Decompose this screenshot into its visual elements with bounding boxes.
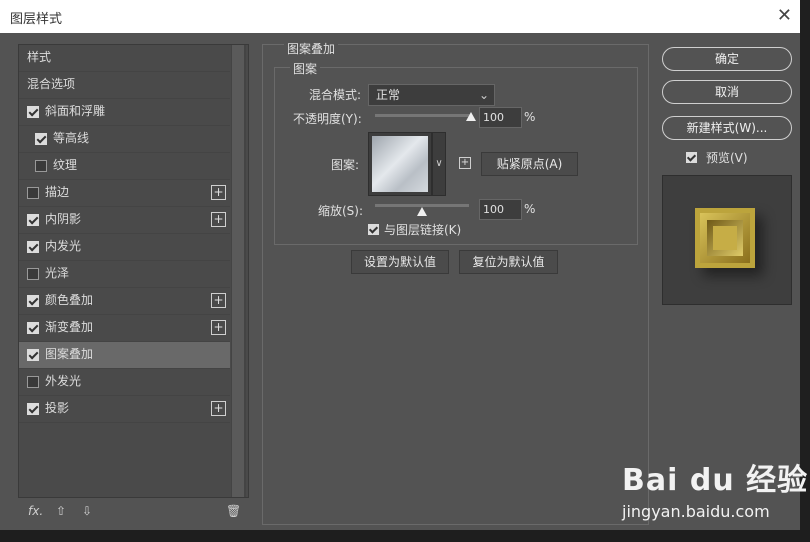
ok-button[interactable]: 确定 [662, 47, 792, 71]
effect-label: 描边 [45, 185, 70, 199]
watermark-url: jingyan.baidu.com [622, 502, 770, 521]
effect-row[interactable]: 图案叠加 [19, 342, 230, 369]
preview-thumbnail [695, 208, 755, 268]
effect-label: 渐变叠加 [45, 320, 94, 334]
scale-slider-knob[interactable] [417, 207, 427, 216]
pattern-swatch[interactable] [372, 136, 428, 192]
effect-checkbox[interactable] [27, 322, 39, 334]
add-effect-icon[interactable]: + [211, 212, 226, 227]
move-up-icon[interactable]: ⇧ [56, 504, 66, 518]
blend-mode-select[interactable]: 正常 ⌄ [368, 84, 495, 106]
effect-row[interactable]: 内阴影 + [19, 207, 230, 234]
effect-row[interactable]: 光泽 [19, 261, 230, 288]
effect-checkbox[interactable] [27, 187, 39, 199]
effects-scrollbar[interactable] [231, 45, 246, 497]
effect-row[interactable]: 内发光 [19, 234, 230, 261]
effect-row[interactable]: 样式 [19, 45, 230, 72]
opacity-label: 不透明度(Y): [293, 112, 362, 126]
chevron-down-icon: ⌄ [478, 88, 489, 102]
effect-checkbox[interactable] [27, 403, 39, 415]
title-bar: 图层样式 ✕ [0, 0, 800, 33]
background-strip [0, 530, 810, 542]
effect-label: 光泽 [45, 266, 70, 280]
effect-checkbox[interactable] [27, 295, 39, 307]
scale-percent: % [524, 202, 536, 216]
move-down-icon[interactable]: ⇩ [82, 504, 92, 518]
effect-checkbox[interactable] [35, 133, 47, 145]
effect-label: 样式 [27, 50, 52, 64]
effect-label: 纹理 [53, 158, 78, 172]
snap-to-origin-button[interactable]: 贴紧原点(A) [481, 152, 578, 176]
effect-checkbox[interactable] [35, 160, 47, 172]
effect-label: 外发光 [45, 374, 82, 388]
panel-title: 图案叠加 [284, 40, 339, 57]
reset-default-button[interactable]: 复位为默认值 [459, 250, 558, 274]
effect-label: 内发光 [45, 239, 82, 253]
effect-label: 颜色叠加 [45, 293, 94, 307]
effect-checkbox[interactable] [27, 214, 39, 226]
effect-row[interactable]: 投影 + [19, 396, 230, 423]
chevron-down-icon[interactable]: ∨ [432, 132, 446, 196]
preview-checkbox[interactable] [686, 152, 697, 163]
effect-label: 斜面和浮雕 [45, 104, 106, 118]
effect-row[interactable]: 混合选项 [19, 72, 230, 99]
effect-row[interactable]: 渐变叠加 + [19, 315, 230, 342]
fx-icon[interactable]: fx. [28, 504, 43, 518]
close-icon[interactable]: ✕ [777, 5, 792, 26]
effect-row[interactable]: 斜面和浮雕 [19, 99, 230, 126]
effects-list-panel: 样式混合选项斜面和浮雕等高线纹理描边 + 内阴影 + 内发光光泽颜色叠加 + 渐变叠加 + 图案… [18, 44, 249, 498]
add-effect-icon[interactable]: + [211, 320, 226, 335]
style-preview [662, 175, 792, 305]
watermark: Bai du 经验 jingyan.baidu.com [622, 455, 809, 521]
add-effect-icon[interactable]: + [211, 293, 226, 308]
effect-row[interactable]: 颜色叠加 + [19, 288, 230, 315]
scrollbar-thumb[interactable] [232, 45, 244, 497]
opacity-percent: % [524, 110, 536, 124]
effect-label: 投影 [45, 401, 70, 415]
watermark-logo: Bai du 经验 [622, 463, 809, 498]
link-with-layer-checkbox[interactable] [368, 224, 379, 235]
pattern-picker[interactable]: ∨ [368, 132, 446, 196]
effect-label: 等高线 [53, 131, 90, 145]
bevel-inner [713, 226, 737, 250]
opacity-input[interactable]: 100 [479, 107, 522, 128]
blend-mode-label: 混合模式: [309, 88, 362, 102]
effect-row[interactable]: 等高线 [19, 126, 230, 153]
add-effect-icon[interactable]: + [211, 185, 226, 200]
scale-input[interactable]: 100 [479, 199, 522, 220]
set-default-button[interactable]: 设置为默认值 [351, 250, 449, 274]
effect-checkbox[interactable] [27, 241, 39, 253]
preview-label: 预览(V) [706, 151, 748, 165]
cancel-button[interactable]: 取消 [662, 80, 792, 104]
link-with-layer-label: 与图层链接(K) [384, 223, 462, 237]
effect-checkbox[interactable] [27, 376, 39, 388]
effect-checkbox[interactable] [27, 268, 39, 280]
effect-label: 内阴影 [45, 212, 82, 226]
effect-checkbox[interactable] [27, 349, 39, 361]
new-preset-icon[interactable]: + [459, 157, 471, 169]
pattern-label: 图案: [331, 158, 360, 172]
scale-label: 缩放(S): [318, 204, 364, 218]
effects-list: 样式混合选项斜面和浮雕等高线纹理描边 + 内阴影 + 内发光光泽颜色叠加 + 渐变叠加 + 图案… [19, 45, 230, 423]
window-title: 图层样式 [10, 12, 63, 27]
effect-row[interactable]: 纹理 [19, 153, 230, 180]
effect-checkbox[interactable] [27, 106, 39, 118]
opacity-slider-track[interactable] [375, 114, 471, 117]
opacity-slider-knob[interactable] [466, 112, 476, 121]
add-effect-icon[interactable]: + [211, 401, 226, 416]
new-style-button[interactable]: 新建样式(W)... [662, 116, 792, 140]
effect-label: 混合选项 [27, 77, 76, 91]
trash-icon[interactable]: 🗑 [226, 504, 241, 518]
group-title: 图案 [290, 60, 321, 77]
blend-mode-value: 正常 [376, 88, 401, 102]
effect-label: 图案叠加 [45, 347, 94, 361]
effect-row[interactable]: 外发光 [19, 369, 230, 396]
effect-row[interactable]: 描边 + [19, 180, 230, 207]
